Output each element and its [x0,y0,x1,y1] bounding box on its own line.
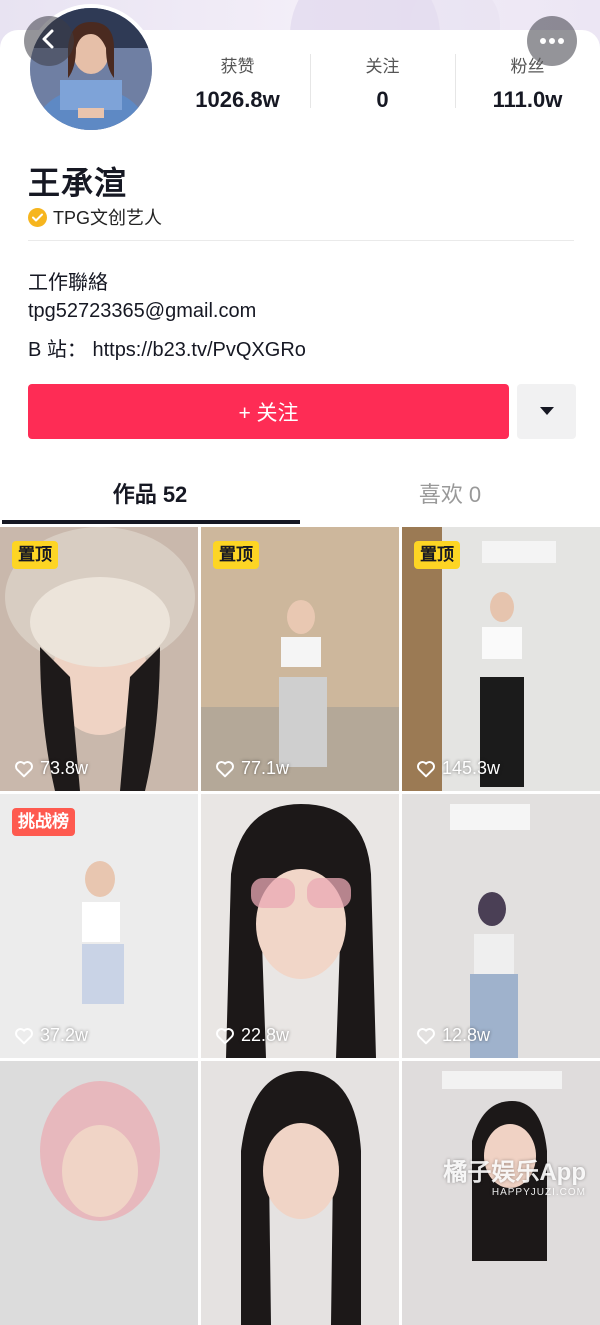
heart-outline-icon [417,1027,435,1044]
video-thumbnail[interactable]: 置顶 145.3w [402,527,600,791]
video-thumbnail[interactable]: 挑战榜 37.2w [0,794,198,1058]
pinned-tag: 置顶 [414,541,460,569]
heart-outline-icon [216,760,234,777]
heart-outline-icon [15,1027,33,1044]
stat-label: 获赞 [220,57,255,76]
challenge-tag: 挑战榜 [12,808,75,836]
pinned-tag: 置顶 [12,541,58,569]
stat-followers[interactable]: 粉丝 111.0w [455,50,600,112]
video-cover-image [0,1061,198,1325]
like-count: 12.8w [416,1025,490,1046]
profile-name: 王承渲 [28,165,128,201]
like-count-text: 73.8w [40,758,89,778]
watermark-title: 橘子娱乐App [443,1159,586,1186]
video-thumbnail[interactable] [201,1061,399,1325]
video-cover-image [201,794,399,1058]
stat-value: 111.0w [492,87,563,112]
video-thumbnail[interactable]: 22.8w [201,794,399,1058]
divider [28,240,574,241]
bio-email: tpg52723365@gmail.com [28,300,257,322]
heart-outline-icon [15,760,33,777]
back-arrow-icon [38,28,60,55]
recommend-dropdown-button[interactable] [517,384,576,439]
pinned-tag: 置顶 [213,541,259,569]
stat-label: 关注 [365,57,400,76]
bio-bilibili-link[interactable]: B 站： https://b23.tv/PvQXGRo [28,333,306,362]
like-count: 77.1w [215,758,289,779]
tab-works[interactable]: 作品 52 [0,470,300,526]
like-count: 73.8w [14,758,88,779]
stat-following[interactable]: 关注 0 [310,50,455,112]
video-thumbnail[interactable]: 12.8w [402,794,600,1058]
profile-stats: 获赞 1026.8w 关注 0 粉丝 111.0w [165,50,600,112]
watermark-logo: 橘子娱乐App HAPPYJUZI.COM [443,1152,586,1198]
video-thumbnail[interactable] [0,1061,198,1325]
like-count-text: 12.8w [442,1025,491,1045]
tab-likes[interactable]: 喜欢 0 [300,470,600,526]
verified-check-icon [28,207,47,227]
bio-contact-heading: 工作聯絡 [28,272,108,294]
stat-likes[interactable]: 获赞 1026.8w [165,50,310,112]
profile-tabs: 作品 52 喜欢 0 [0,470,600,526]
back-button[interactable] [24,16,74,66]
like-count-text: 37.2w [40,1025,89,1045]
caret-down-icon [539,403,555,421]
follow-button[interactable]: + 关注 [28,384,509,439]
video-thumbnail[interactable]: 置顶 77.1w [201,527,399,791]
like-count: 22.8w [215,1025,289,1046]
verified-text: TPG文创艺人 [53,208,163,228]
like-count-text: 77.1w [241,758,290,778]
like-count-text: 22.8w [241,1025,290,1045]
like-count-text: 145.3w [442,758,501,778]
like-count: 145.3w [416,758,500,779]
verified-label: TPG文创艺人 [28,204,162,230]
stat-value: 1026.8w [195,87,280,112]
stat-label: 粉丝 [510,57,545,76]
heart-outline-icon [417,760,435,777]
watermark-url: HAPPYJUZI.COM [491,1187,586,1198]
video-cover-image [201,1061,399,1325]
heart-outline-icon [216,1027,234,1044]
ellipsis-icon [539,32,565,50]
video-thumbnail[interactable]: 置顶 73.8w [0,527,198,791]
like-count: 37.2w [14,1025,88,1046]
active-tab-indicator [2,520,300,524]
video-cover-image [402,794,600,1058]
stat-value: 0 [376,87,389,112]
